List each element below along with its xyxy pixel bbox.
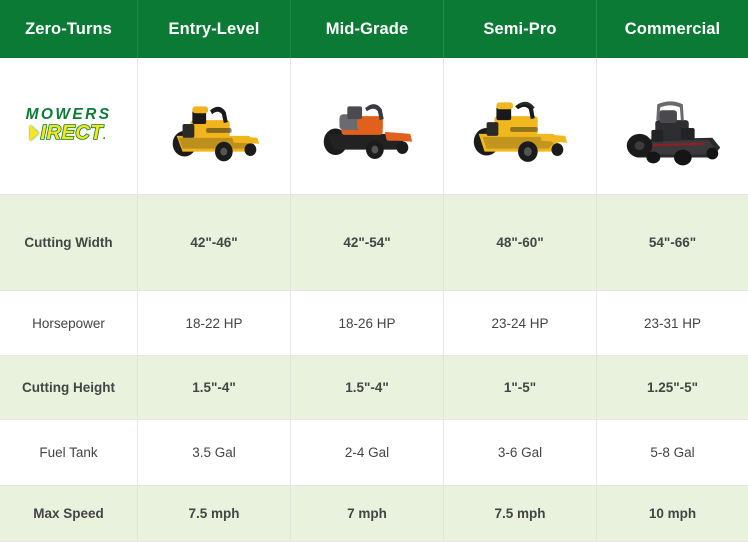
table-row: Fuel Tank 3.5 Gal 2-4 Gal 3-6 Gal 5-8 Ga… — [0, 420, 748, 486]
cell-horsepower-entry-level: 18-22 HP — [138, 291, 291, 355]
cell-fuel-tank-mid-grade: 2-4 Gal — [291, 420, 444, 485]
row-label-cutting-width: Cutting Width — [0, 195, 138, 290]
logo-bottom-text: IRECT. — [17, 122, 121, 147]
cell-cutting-height-semi-pro: 1"-5" — [444, 356, 597, 419]
column-header-semi-pro: Semi-Pro — [444, 0, 597, 58]
column-header-commercial: Commercial — [624, 19, 721, 38]
row-label-max-speed: Max Speed — [0, 486, 138, 541]
cell-fuel-tank-commercial: 5-8 Gal — [650, 445, 695, 460]
product-image-cell-mid-grade — [291, 58, 444, 194]
cell-horsepower-commercial: 23-31 HP — [643, 315, 702, 331]
comparison-table: Zero-Turns Entry-Level Mid-Grade Semi-Pr… — [0, 0, 748, 542]
cell-fuel-tank-semi-pro: 3-6 Gal — [444, 420, 597, 485]
cell-cutting-height-mid-grade: 1.5"-4" — [291, 356, 444, 419]
cell-max-speed-semi-pro: 7.5 mph — [444, 486, 597, 541]
semi-pro-mower-image — [461, 80, 579, 172]
product-image-cell-entry-level — [138, 58, 291, 194]
cell-cutting-width-mid-grade: 42"-54" — [291, 195, 444, 290]
cell-horsepower-mid-grade: 18-26 HP — [291, 291, 444, 355]
logo-arrow-icon — [30, 125, 40, 141]
cell-cutting-width-semi-pro: 48"-60" — [444, 195, 597, 290]
cell-max-speed-entry-level: 7.5 mph — [138, 486, 291, 541]
table-row: Cutting Width 42"-46" 42"-54" 48"-60" 54… — [0, 195, 748, 291]
commercial-mower-image — [614, 80, 732, 172]
table-header-row: Zero-Turns Entry-Level Mid-Grade Semi-Pr… — [0, 0, 748, 58]
entry-level-mower-image — [155, 80, 273, 172]
table-row: Horsepower 18-22 HP 18-26 HP 23-24 HP 23… — [0, 291, 748, 356]
logo-bottom-label: IRECT — [40, 122, 104, 145]
cell-max-speed-mid-grade: 7 mph — [291, 486, 444, 541]
cell-cutting-height-commercial: 1.25"-5" — [646, 380, 699, 395]
product-image-cell-commercial — [597, 58, 748, 194]
logo-top-text: MOWERS — [25, 106, 112, 123]
row-label-cutting-height: Cutting Height — [0, 356, 138, 419]
table-row: Cutting Height 1.5"-4" 1.5"-4" 1"-5" 1.2… — [0, 356, 748, 420]
column-header-entry-level: Entry-Level — [138, 0, 291, 58]
cell-cutting-width-commercial: 54"-66" — [648, 235, 697, 250]
mid-grade-mower-image — [308, 80, 426, 172]
row-label-fuel-tank: Fuel Tank — [0, 420, 138, 485]
cell-fuel-tank-entry-level: 3.5 Gal — [138, 420, 291, 485]
mowers-direct-logo: MOWERS IRECT. — [17, 106, 121, 146]
cell-cutting-width-entry-level: 42"-46" — [138, 195, 291, 290]
brand-logo-cell: MOWERS IRECT. — [0, 58, 138, 194]
table-row: Max Speed 7.5 mph 7 mph 7.5 mph 10 mph — [0, 486, 748, 542]
column-header-mid-grade: Mid-Grade — [291, 0, 444, 58]
cell-cutting-height-entry-level: 1.5"-4" — [138, 356, 291, 419]
cell-horsepower-semi-pro: 23-24 HP — [444, 291, 597, 355]
product-image-row: MOWERS IRECT. — [0, 58, 748, 195]
column-header-zero-turns: Zero-Turns — [0, 0, 138, 58]
cell-max-speed-commercial: 10 mph — [648, 506, 697, 521]
row-label-horsepower: Horsepower — [0, 291, 138, 355]
logo-registered-dot: . — [102, 130, 107, 142]
product-image-cell-semi-pro — [444, 58, 597, 194]
